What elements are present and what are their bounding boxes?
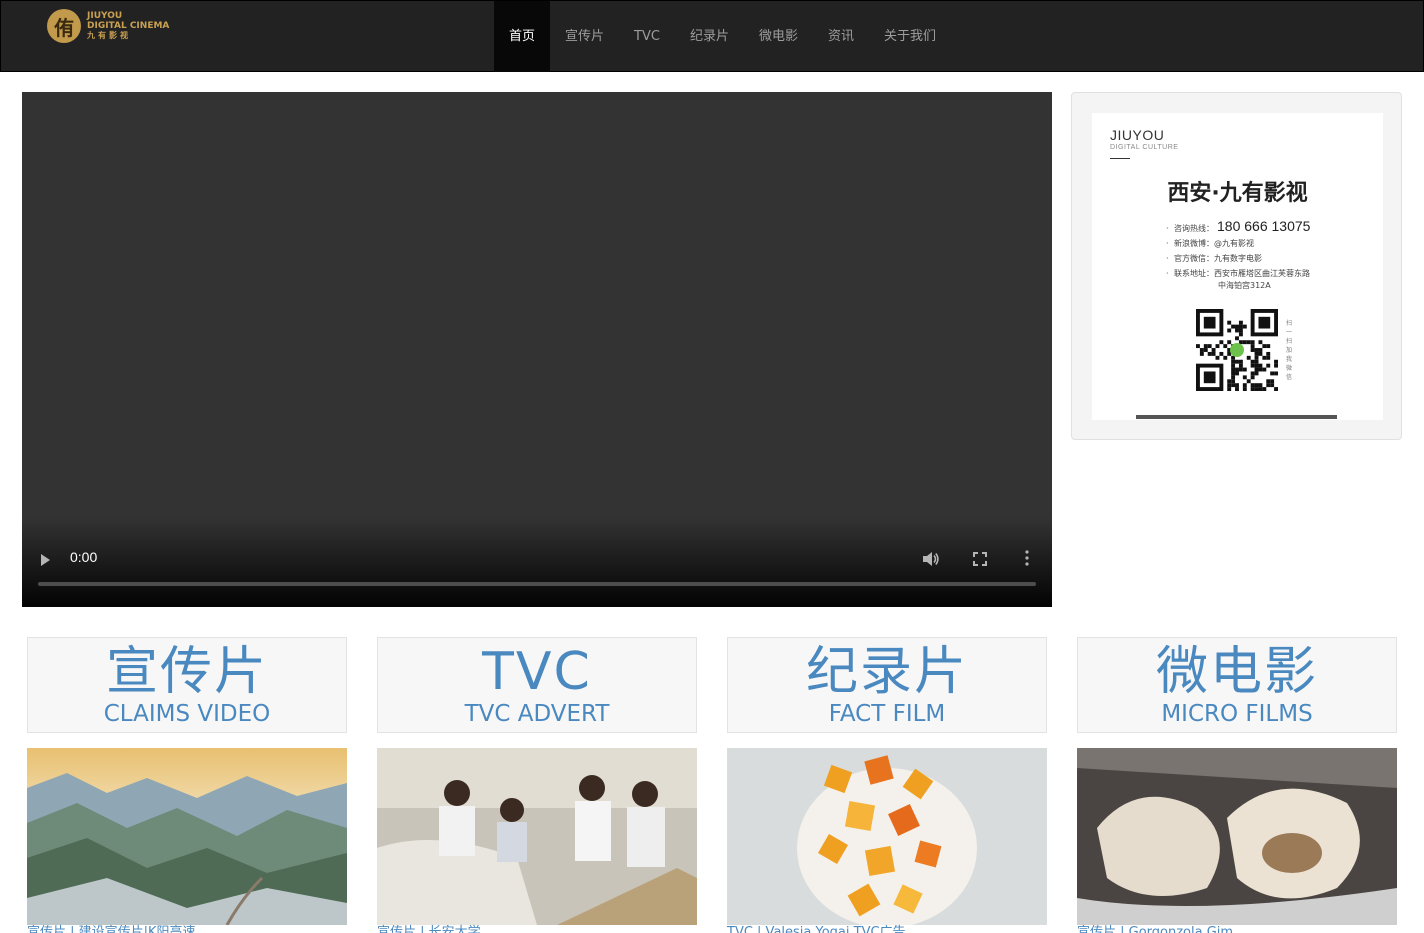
card-brand: JIUYOU	[1110, 127, 1165, 143]
fullscreen-icon[interactable]	[973, 552, 987, 566]
category-title-en: MICRO FILMS	[1161, 701, 1313, 727]
card-title: 西安·九有影视	[1167, 181, 1308, 206]
video-controls-overlay	[22, 517, 1052, 607]
volume-icon[interactable]	[922, 551, 940, 567]
thumbnail-caption[interactable]: 宣传片 | 建设宣传片|K阳高速	[27, 924, 347, 933]
more-options-icon[interactable]	[1025, 550, 1029, 566]
category-title-cn: TVC	[482, 642, 592, 702]
logo-mark: 侑	[47, 9, 81, 43]
category-title-cn: 微电影	[1155, 642, 1318, 702]
thumbnail-pastry[interactable]	[1077, 748, 1397, 925]
category-documentary[interactable]: 纪录片 FACT FILM	[727, 637, 1047, 733]
category-micro-film[interactable]: 微电影 MICRO FILMS	[1077, 637, 1397, 733]
wechat-qr-code	[1196, 309, 1278, 391]
video-time: 0:00	[70, 549, 98, 565]
thumbnail-caption[interactable]: 宣传片 | Gorgonzola Gim	[1077, 924, 1397, 933]
address-line-1: 联系地址：西安市雁塔区曲江芙蓉东路	[1174, 269, 1310, 278]
video-progress-bar[interactable]	[38, 582, 1036, 586]
thumbnail-caption[interactable]: 宣传片 | 长安大学	[377, 924, 697, 933]
category-promo[interactable]: 宣传片 CLAIMS VIDEO	[27, 637, 347, 733]
nav-item-documentary[interactable]: 纪录片	[675, 1, 744, 72]
address-row: · 联系地址：西安市雁塔区曲江芙蓉东路	[1166, 266, 1310, 281]
site-logo[interactable]: 侑 JIUYOU DIGITAL CINEMA 九有影视	[47, 7, 169, 45]
category-title-cn: 宣传片	[105, 642, 268, 702]
address-row-2: 中海铂宫312A	[1166, 281, 1310, 291]
hotline-row: · 咨询热线： 180 666 13075	[1166, 218, 1311, 234]
category-title-cn: 纪录片	[805, 642, 968, 702]
category-title-en: FACT FILM	[828, 701, 946, 727]
video-player[interactable]: 0:00	[22, 92, 1052, 607]
category-title-en: CLAIMS VIDEO	[103, 701, 271, 727]
thumbnail-yogurt-fruit[interactable]	[727, 748, 1047, 925]
address-line-2: 中海铂宫312A	[1218, 281, 1271, 290]
site-header: 侑 JIUYOU DIGITAL CINEMA 九有影视 首页 宣传片 TVC …	[0, 0, 1424, 72]
nav-item-tvc[interactable]: TVC	[619, 1, 675, 72]
logo-line-1: JIUYOU	[87, 11, 123, 21]
category-title-en: TVC ADVERT	[464, 701, 610, 727]
nav-item-news[interactable]: 资讯	[813, 1, 869, 72]
logo-text: JIUYOU DIGITAL CINEMA 九有影视	[87, 11, 169, 41]
category-tvc[interactable]: TVC TVC ADVERT	[377, 637, 697, 733]
thumbnail-mountain-landscape[interactable]	[27, 748, 347, 925]
nav-item-home[interactable]: 首页	[494, 1, 551, 72]
logo-line-3: 九有影视	[87, 31, 131, 40]
main-nav: 首页 宣传片 TVC 纪录片 微电影 资讯 关于我们	[494, 1, 951, 72]
wechat-text: 官方微信：九有数字电影	[1174, 254, 1262, 263]
thumbnail-caption[interactable]: TVC | Valesia Yogai TVC广告	[727, 924, 1047, 933]
thumbnail-students-car[interactable]	[377, 748, 697, 925]
card-brand-sub: DIGITAL CULTURE	[1110, 144, 1179, 151]
weibo-row: · 新浪微博：@九有影视	[1166, 236, 1310, 251]
card-bottom-bar	[1136, 415, 1337, 419]
nav-item-micro-film[interactable]: 微电影	[744, 1, 813, 72]
card-divider	[1110, 158, 1130, 159]
qr-note: 扫一扫加我微信	[1286, 320, 1293, 381]
wechat-row: · 官方微信：九有数字电影	[1166, 251, 1310, 266]
contact-info: · 咨询热线： 180 666 13075 · 新浪微博：@九有影视 · 官方微信：九有…	[1166, 219, 1310, 291]
play-icon[interactable]	[41, 554, 50, 566]
logo-line-2: DIGITAL CINEMA	[87, 21, 170, 31]
nav-item-about[interactable]: 关于我们	[869, 1, 951, 72]
contact-card-frame: JIUYOU DIGITAL CULTURE 西安·九有影视 · 咨询热线： 180…	[1071, 92, 1402, 440]
hotline-label: 咨询热线：	[1174, 224, 1214, 233]
nav-item-promo[interactable]: 宣传片	[550, 1, 619, 72]
weibo-text: 新浪微博：@九有影视	[1174, 239, 1254, 248]
contact-card: JIUYOU DIGITAL CULTURE 西安·九有影视 · 咨询热线： 180…	[1092, 113, 1383, 420]
hotline-number: 180 666 13075	[1217, 218, 1311, 234]
